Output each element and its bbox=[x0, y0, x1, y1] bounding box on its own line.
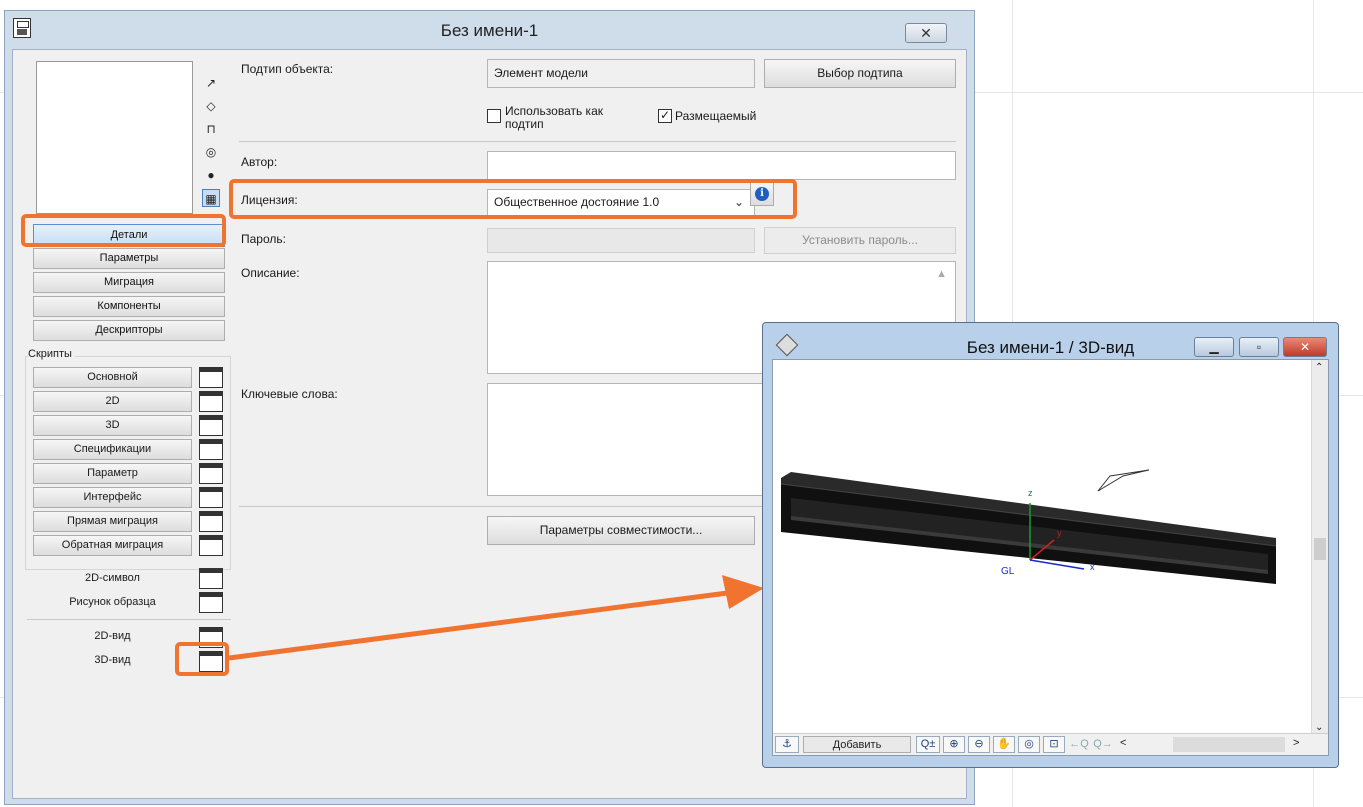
gl-label: GL bbox=[1001, 566, 1015, 577]
scroll-left-icon[interactable]: < bbox=[1120, 737, 1126, 749]
view3d-toolbar: ⚓ Добавить Q± ⊕ ⊖ ✋ ◎ ⊡ ←Q Q→ < > bbox=[773, 733, 1328, 755]
add-button[interactable]: Добавить bbox=[803, 736, 911, 753]
zoom-window-icon[interactable]: ⊡ bbox=[1043, 736, 1065, 753]
vertical-scrollbar[interactable]: ⌃ ⌄ bbox=[1311, 360, 1328, 735]
axis-y-label: y bbox=[1057, 528, 1062, 538]
zoom-fit-icon[interactable]: Q± bbox=[916, 736, 940, 753]
zoom-next-icon[interactable]: Q→ bbox=[1092, 736, 1114, 753]
view3d-window: Без имени-1 / 3D-вид ▁ ▫ ✕ z y x GL ⌃ ⌄ bbox=[762, 322, 1339, 768]
scroll-up-icon[interactable]: ⌃ bbox=[1315, 362, 1323, 373]
maximize-button[interactable]: ▫ bbox=[1239, 337, 1279, 357]
anchor-icon[interactable]: ⚓ bbox=[775, 736, 799, 753]
scroll-down-icon[interactable]: ⌄ bbox=[1315, 722, 1323, 733]
scroll-right-icon[interactable]: > bbox=[1293, 737, 1299, 749]
view3d-close-button[interactable]: ✕ bbox=[1283, 337, 1327, 357]
axis-x-label: x bbox=[1090, 562, 1095, 572]
zoom-previous-icon[interactable]: ←Q bbox=[1068, 736, 1090, 753]
axis-z-label: z bbox=[1028, 488, 1033, 498]
view3d-canvas[interactable]: z y x GL ⌃ ⌄ ⚓ Добавить Q± ⊕ ⊖ ✋ ◎ ⊡ ←Q … bbox=[772, 359, 1329, 756]
orbit-icon[interactable]: ◎ bbox=[1018, 736, 1040, 753]
horizontal-scrollbar[interactable] bbox=[1173, 737, 1285, 752]
3d-model-render bbox=[780, 469, 1277, 584]
zoom-in-icon[interactable]: ⊕ bbox=[943, 736, 965, 753]
minimize-button[interactable]: ▁ bbox=[1194, 337, 1234, 357]
pan-hand-icon[interactable]: ✋ bbox=[993, 736, 1015, 753]
scrollbar-thumb[interactable] bbox=[1314, 538, 1326, 560]
zoom-out-icon[interactable]: ⊖ bbox=[968, 736, 990, 753]
